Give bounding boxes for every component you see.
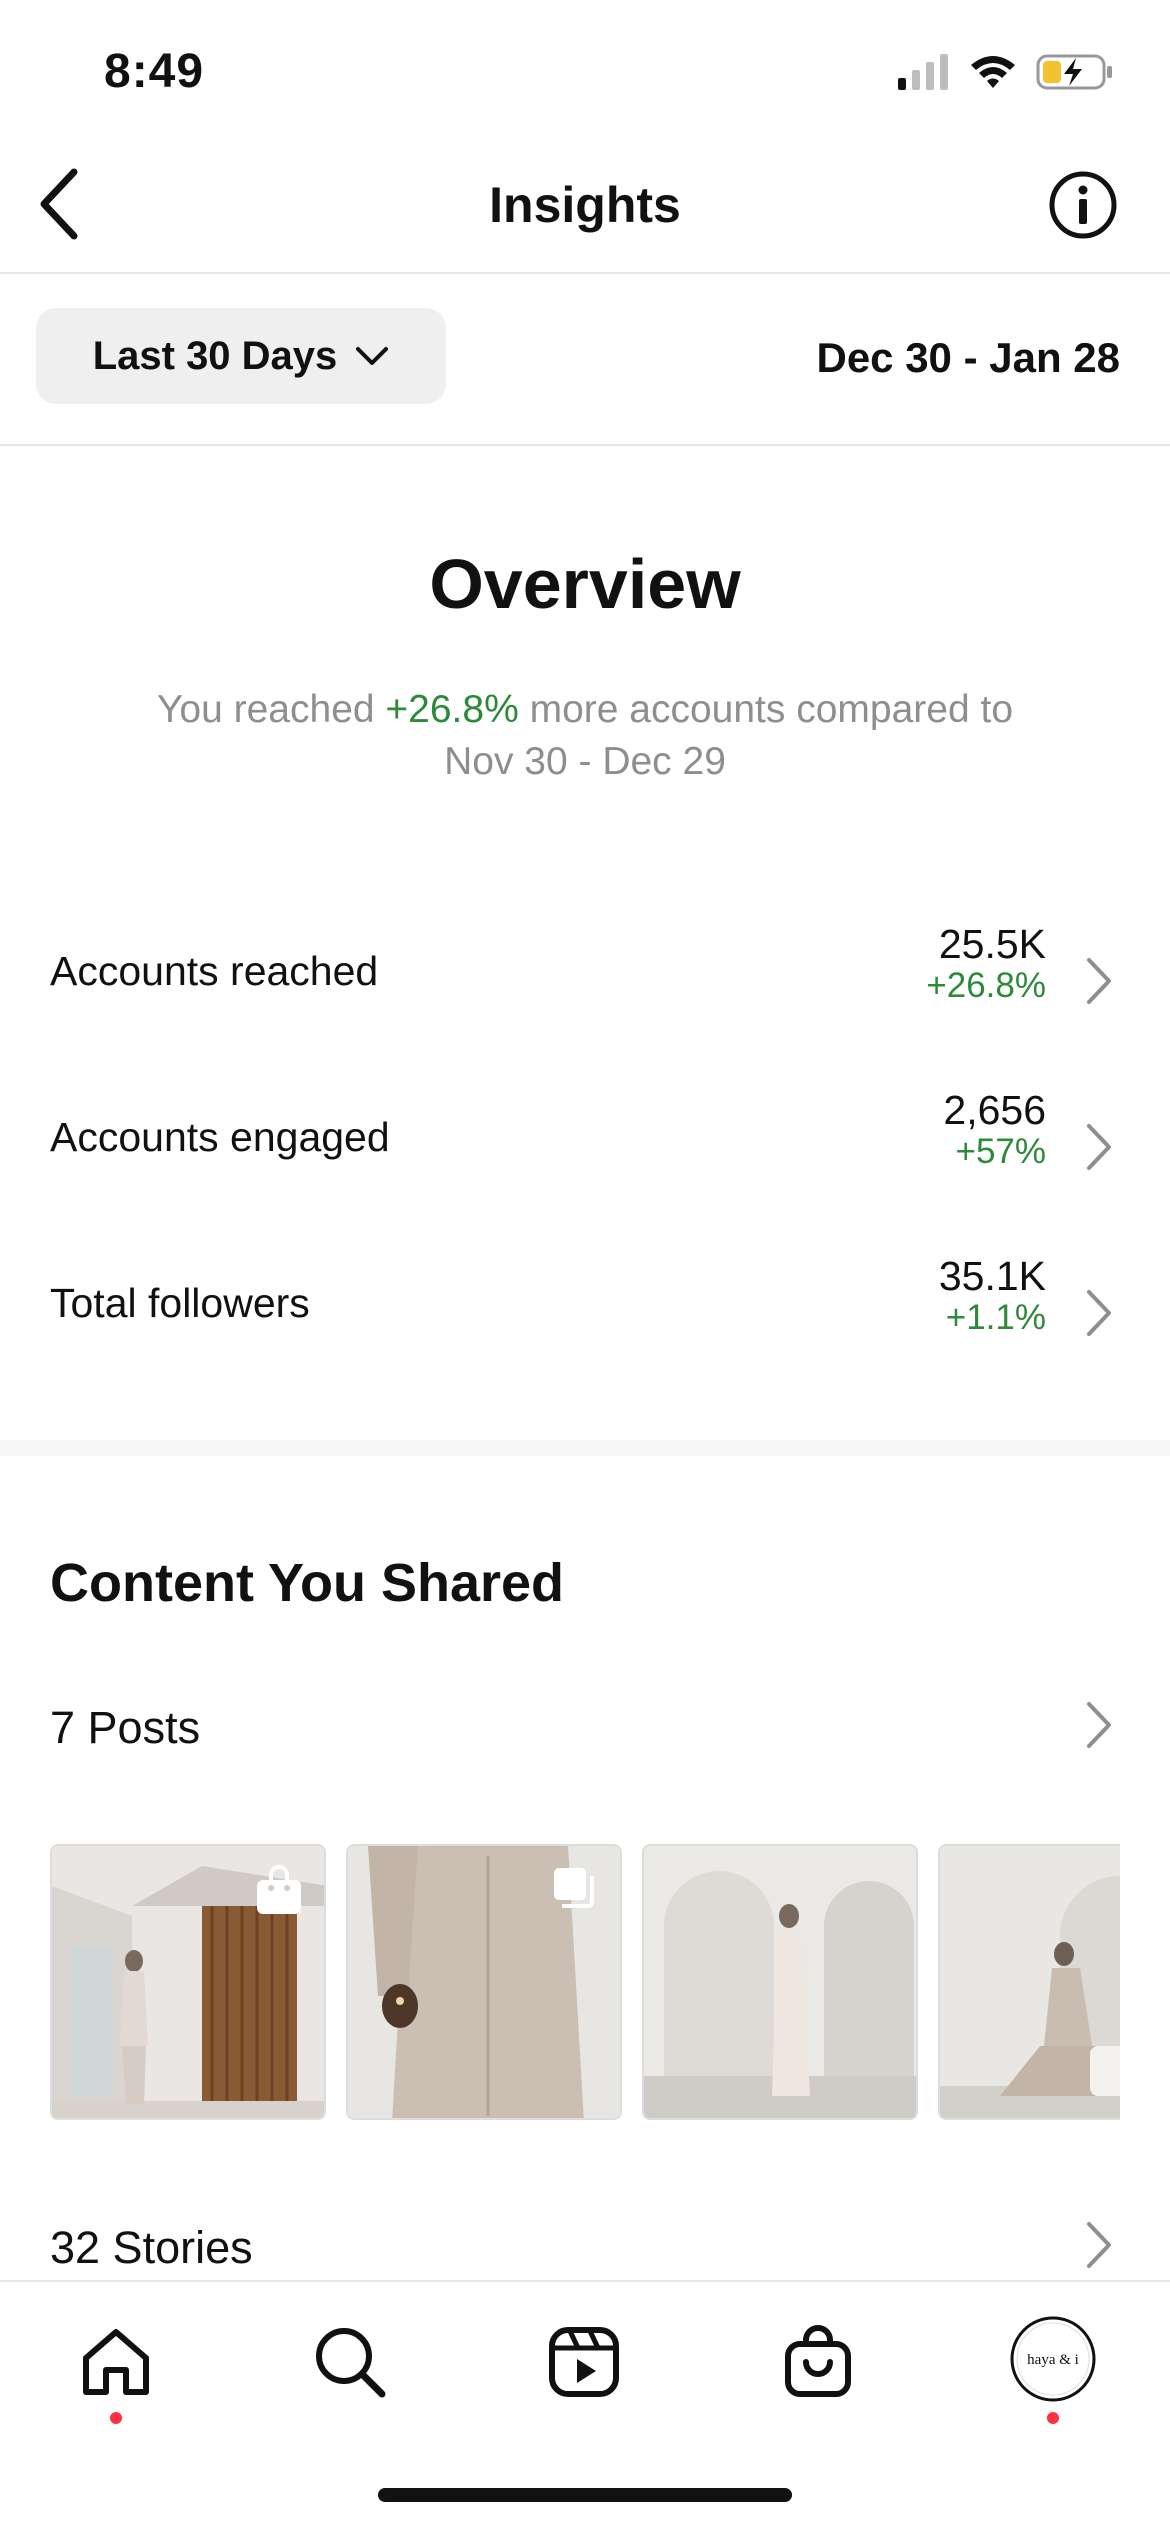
- status-icons: [898, 52, 1114, 92]
- metric-value: 35.1K: [938, 1253, 1046, 1299]
- date-range-dropdown[interactable]: Last 30 Days: [36, 308, 446, 404]
- chevron-right-icon: [1087, 1290, 1111, 1336]
- chevron-down-icon: [356, 347, 389, 365]
- metric-change: +1.1%: [945, 1298, 1046, 1337]
- summary-prefix: You reached: [156, 688, 386, 731]
- metric-row-total-followers[interactable]: Total followers 35.1K +1.1%: [0, 1250, 1170, 1370]
- metric-label: Accounts reached: [50, 948, 379, 994]
- post-thumbnails-row: [50, 1844, 1120, 2120]
- cellular-signal-icon: [898, 54, 948, 90]
- chevron-right-icon: [1087, 1124, 1111, 1170]
- chevron-right-icon[interactable]: [1084, 1700, 1114, 1750]
- metric-label: Accounts engaged: [50, 1114, 390, 1160]
- section-divider: [0, 1440, 1170, 1456]
- metric-value: 2,656: [943, 1087, 1046, 1133]
- post-thumbnail[interactable]: [642, 1844, 918, 2120]
- page-title: Insights: [489, 177, 681, 233]
- summary-highlight: +26.8%: [385, 688, 519, 731]
- posts-link[interactable]: 7 Posts: [50, 1702, 200, 1754]
- metric-row-accounts-engaged[interactable]: Accounts engaged 2,656 +57%: [0, 1084, 1170, 1204]
- metric-label: Total followers: [50, 1280, 310, 1326]
- home-notification-dot: [110, 2412, 122, 2424]
- summary-suffix: more accounts compared to Nov 30 - Dec 2…: [444, 688, 1014, 783]
- header-divider: [0, 272, 1170, 274]
- search-icon[interactable]: [310, 2322, 390, 2402]
- post-thumbnail[interactable]: [346, 1844, 622, 2120]
- home-icon[interactable]: [76, 2322, 156, 2402]
- metric-value: 25.5K: [938, 921, 1046, 967]
- post-image: [940, 1846, 1120, 2118]
- content-section-title: Content You Shared: [50, 1553, 565, 1613]
- metric-change: +26.8%: [926, 966, 1046, 1005]
- date-range-text: Dec 30 - Jan 28: [816, 334, 1120, 381]
- home-indicator: [378, 2488, 792, 2502]
- metric-change: +57%: [955, 1132, 1047, 1171]
- post-thumbnail[interactable]: [938, 1844, 1120, 2120]
- stories-link[interactable]: 32 Stories: [50, 2222, 253, 2274]
- chevron-right-icon[interactable]: [1084, 2220, 1114, 2270]
- post-image: [644, 1846, 916, 2118]
- post-thumbnail[interactable]: [50, 1844, 326, 2120]
- profile-notification-dot: [1047, 2412, 1059, 2424]
- overview-title: Overview: [429, 545, 741, 623]
- battery-charging-icon: [1036, 54, 1112, 90]
- carousel-icon: [554, 1868, 594, 1908]
- date-range-label: Last 30 Days: [92, 333, 338, 378]
- filter-divider: [0, 444, 1170, 446]
- metric-row-accounts-reached[interactable]: Accounts reached 25.5K +26.8%: [0, 918, 1170, 1038]
- shopping-bag-icon: [257, 1865, 301, 1914]
- reels-icon[interactable]: [544, 2322, 624, 2402]
- shop-icon[interactable]: [778, 2322, 858, 2402]
- avatar-text: haya & i: [1027, 2352, 1079, 2368]
- info-icon[interactable]: [1048, 170, 1118, 240]
- status-time: 8:49: [104, 45, 205, 98]
- profile-avatar[interactable]: haya & i: [1008, 2314, 1098, 2404]
- chevron-right-icon: [1087, 958, 1111, 1004]
- wifi-icon: [971, 56, 1015, 88]
- overview-summary: You reached +26.8% more accounts compare…: [120, 684, 1050, 788]
